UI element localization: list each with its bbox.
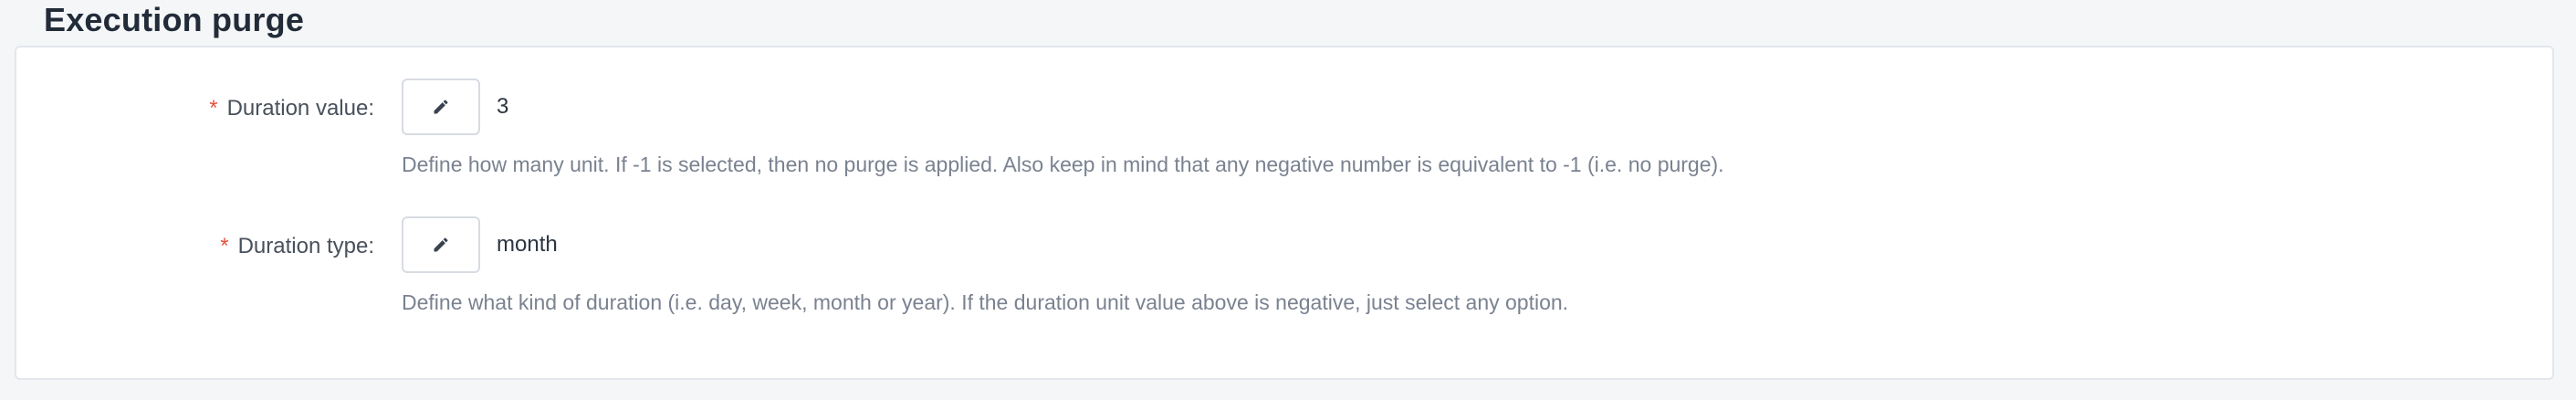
execution-purge-panel: * Duration value: 3 Define how many unit.… — [15, 46, 2554, 380]
required-marker: * — [220, 234, 229, 258]
duration-value-field: * Duration value: 3 Define how many unit.… — [16, 79, 2552, 176]
pencil-icon — [434, 100, 448, 114]
duration-type-field: * Duration type: month Define what kind o… — [16, 216, 2552, 314]
duration-type-label-text: Duration type: — [237, 234, 374, 258]
required-marker: * — [209, 96, 218, 121]
duration-value-help-text: Define how many unit. If -1 is selected,… — [402, 153, 1724, 176]
section-title: Execution purge — [44, 1, 305, 38]
duration-value-label-text: Duration value: — [226, 96, 374, 121]
duration-type-help-text: Define what kind of duration (i.e. day, … — [402, 290, 1569, 314]
duration-value-label: * Duration value: — [209, 79, 374, 139]
pencil-icon — [434, 237, 448, 252]
duration-type-edit-button[interactable] — [402, 216, 480, 273]
duration-type-label: * Duration type: — [220, 216, 374, 277]
duration-value-edit-button[interactable] — [402, 79, 480, 135]
duration-type-value: month — [497, 232, 558, 257]
duration-value-value: 3 — [497, 94, 509, 119]
